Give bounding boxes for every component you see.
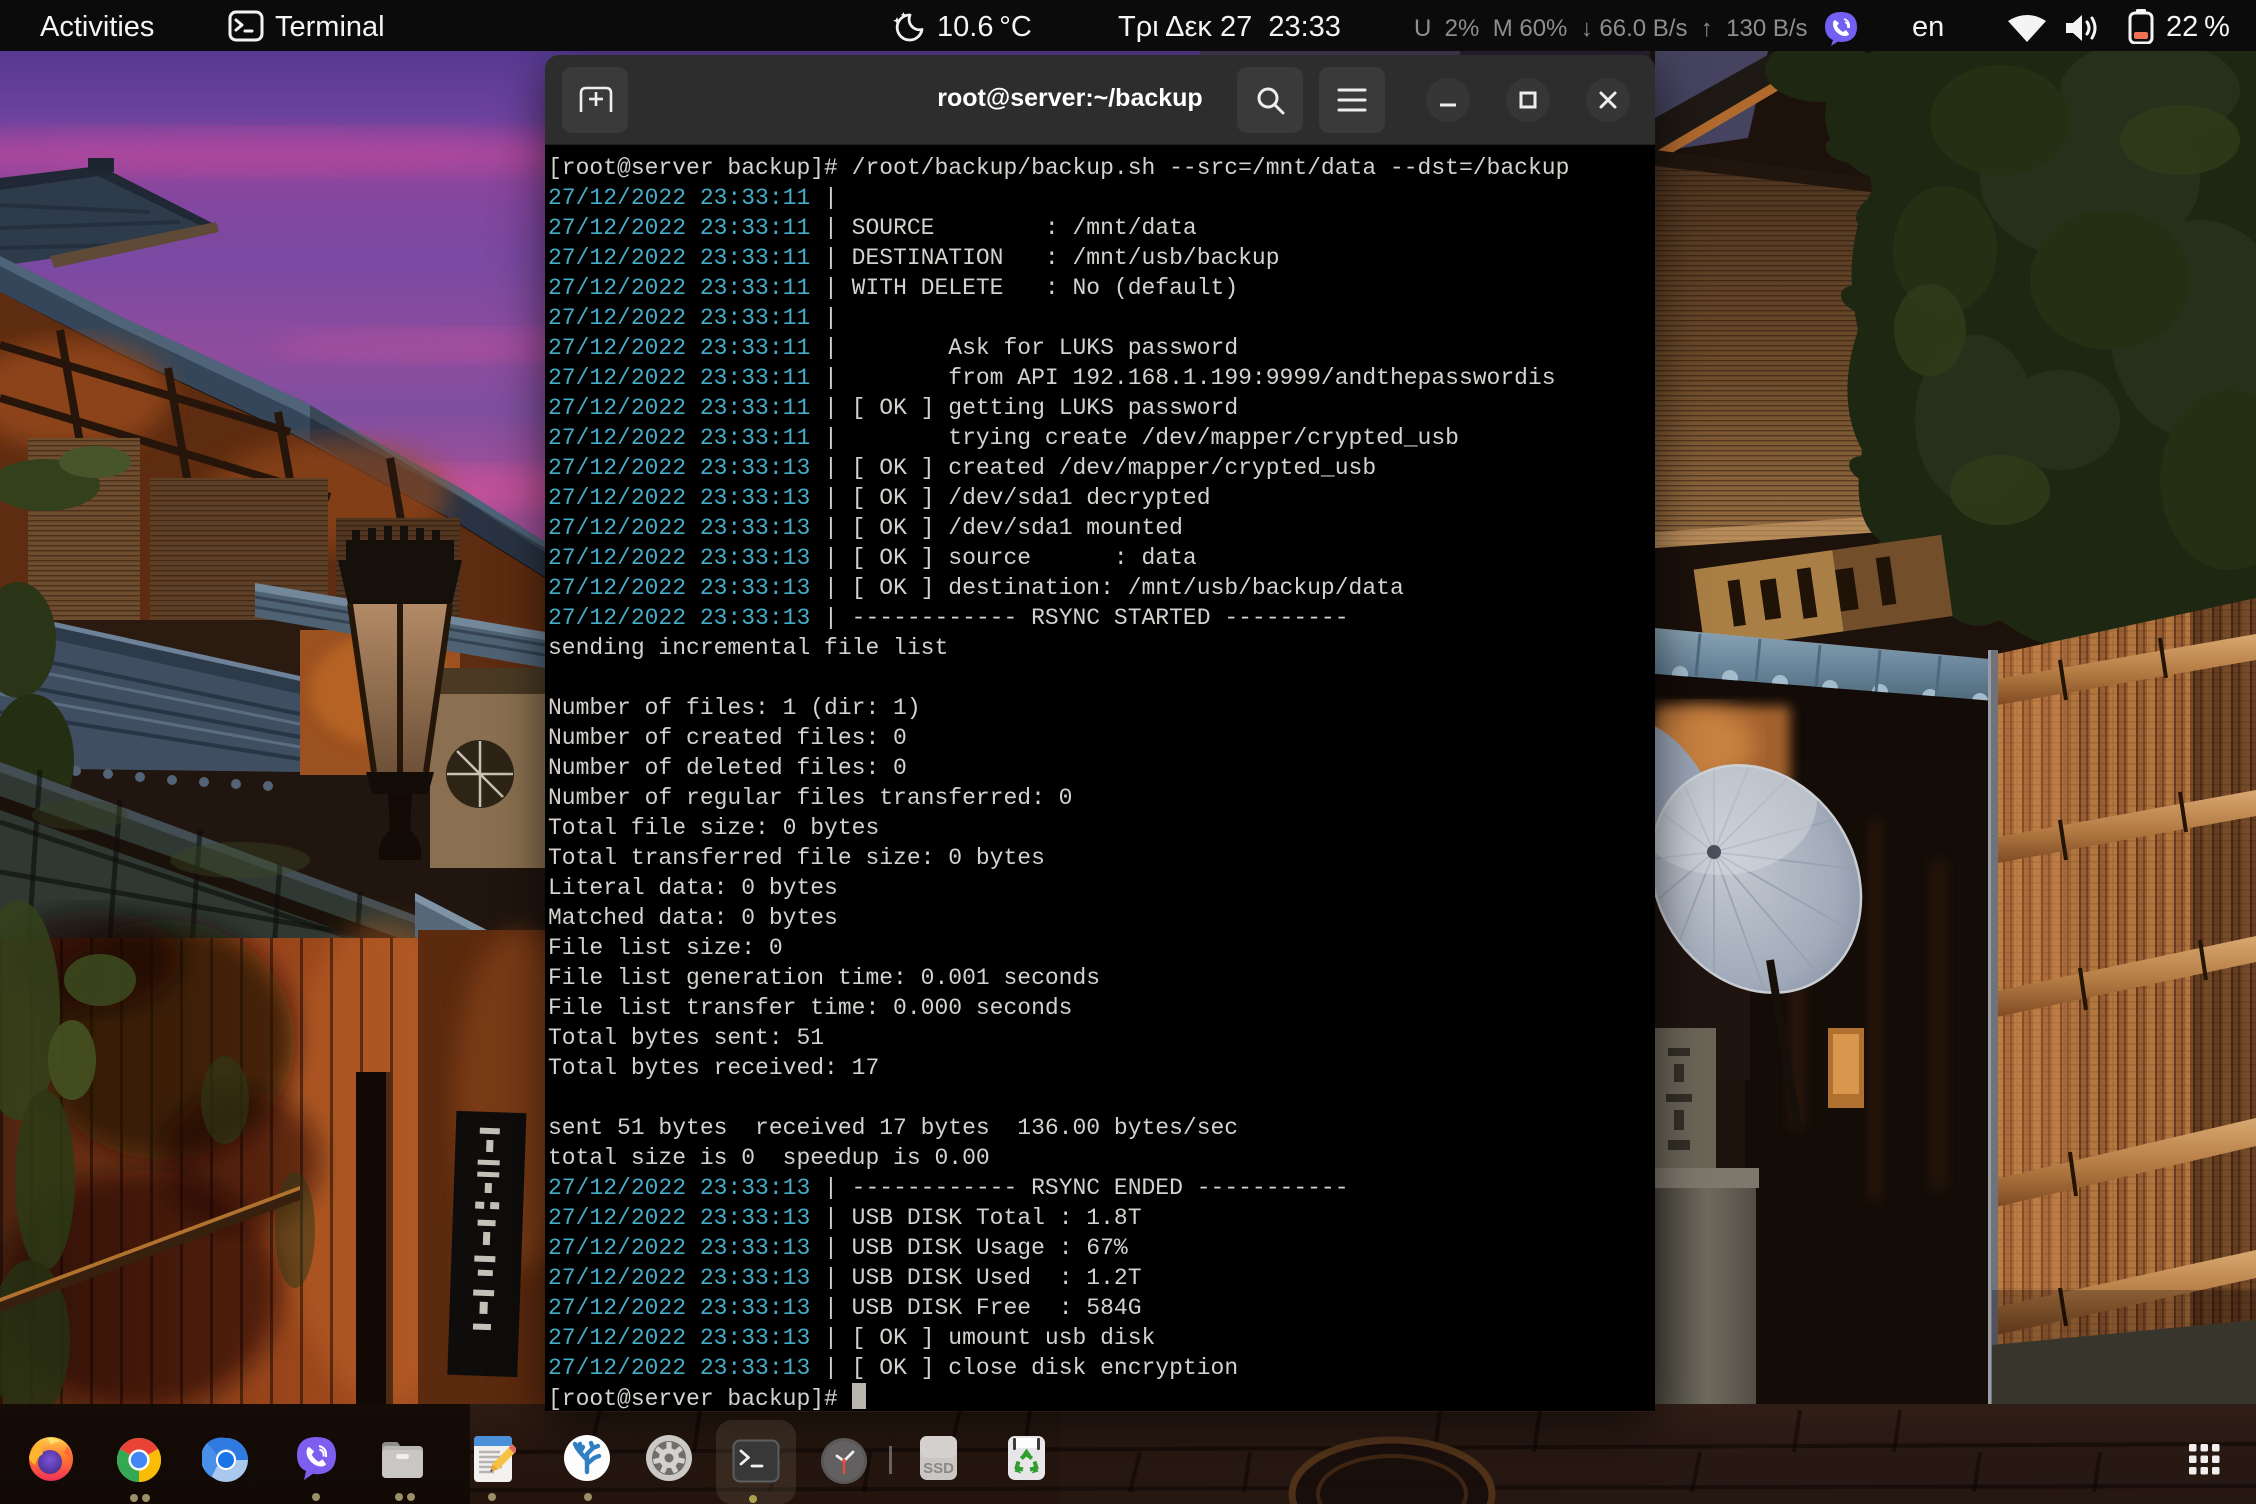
svg-text:SSD: SSD bbox=[923, 1460, 954, 1477]
